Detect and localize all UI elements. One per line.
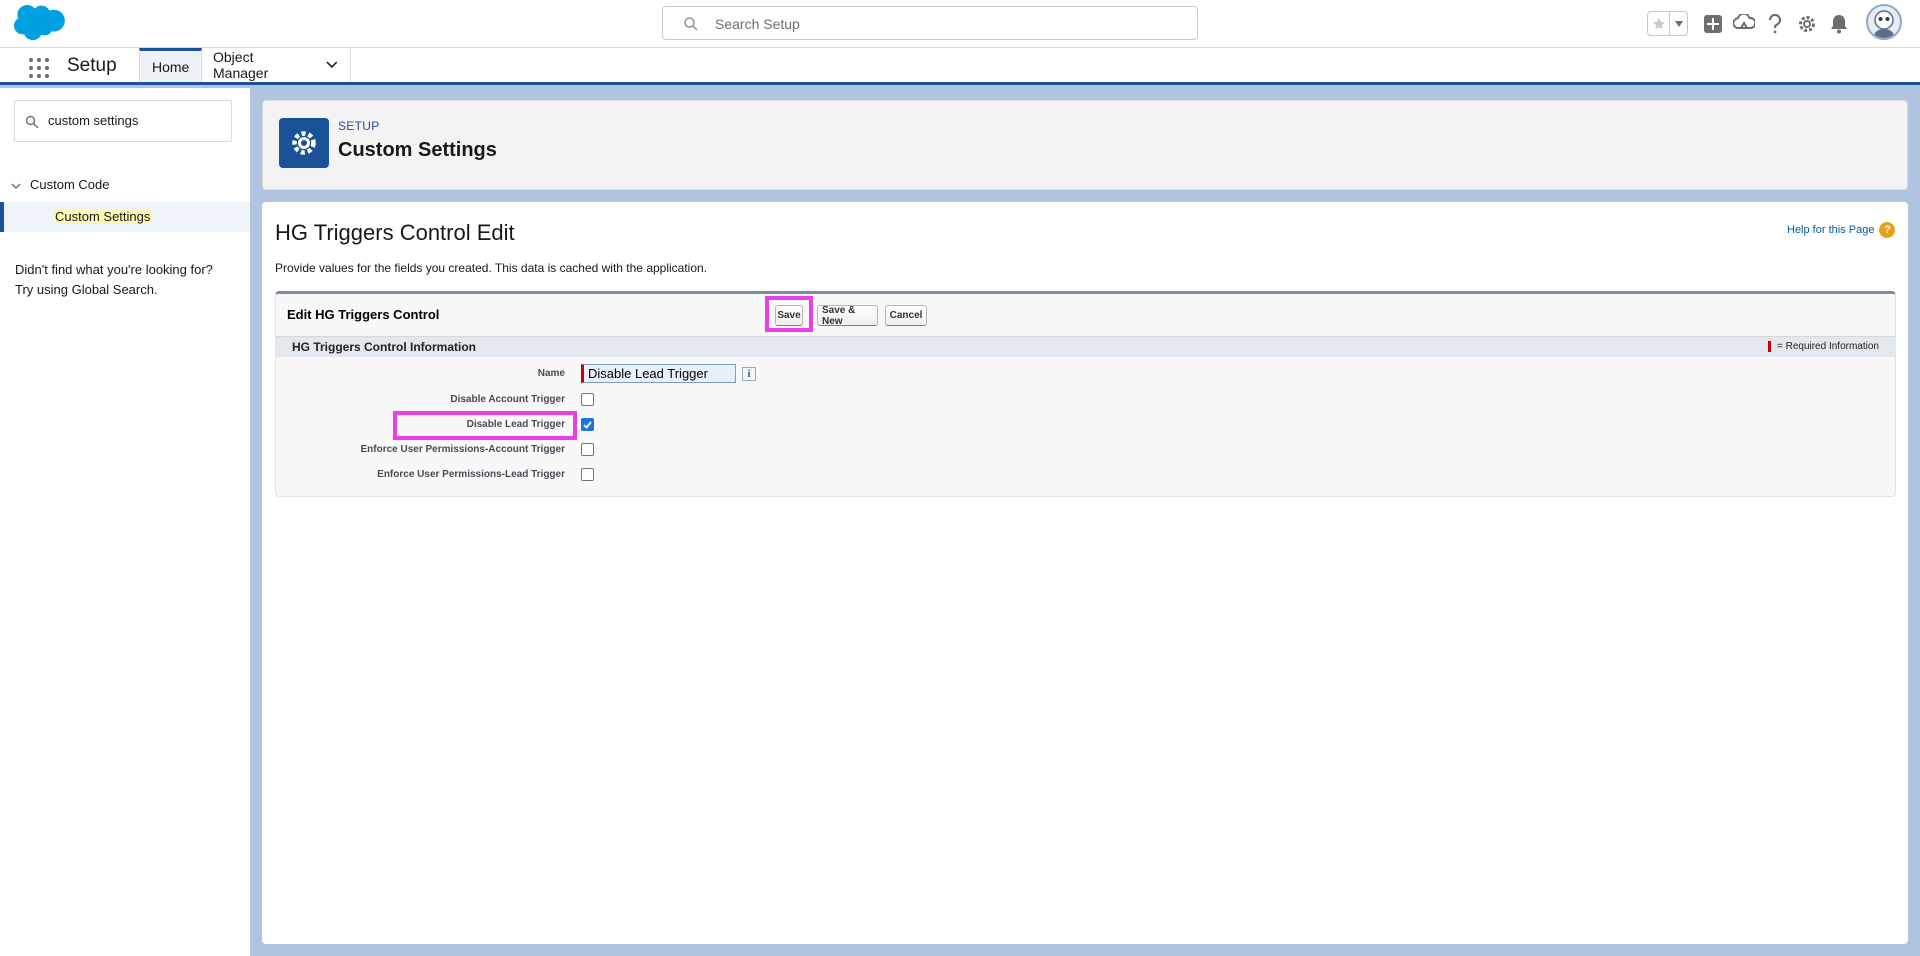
tree-group-label: Custom Code	[30, 177, 110, 192]
trailhead-guidance-icon[interactable]	[1731, 11, 1757, 37]
required-indicator-icon	[1767, 341, 1771, 352]
sidebar-not-found-message: Didn't find what you're looking for? Try…	[15, 260, 245, 300]
global-header: Search Setup	[0, 0, 1920, 48]
favorites-group	[1647, 11, 1688, 36]
help-icon[interactable]	[1762, 11, 1788, 37]
context-navigation-bar: Setup Home Object Manager	[0, 48, 1920, 85]
save-and-new-button[interactable]: Save & New	[817, 305, 878, 327]
setup-sidebar: custom settings Custom Code Custom Setti…	[0, 88, 250, 956]
favorite-star-icon[interactable]	[1648, 12, 1670, 35]
app-name: Setup	[67, 55, 117, 76]
page-header-eyebrow: SETUP	[338, 119, 380, 133]
search-icon	[684, 17, 698, 31]
tree-item-label: Custom Settings	[54, 209, 152, 224]
info-icon[interactable]: i	[742, 367, 756, 381]
tree-item-custom-settings[interactable]: Custom Settings	[0, 202, 250, 232]
tab-object-manager[interactable]: Object Manager	[201, 48, 351, 82]
field-row-enforce-account-trigger: Enforce User Permissions-Account Trigger	[276, 440, 1895, 462]
checkmark-icon	[583, 420, 592, 429]
salesforce-logo-icon[interactable]	[14, 4, 74, 44]
edit-page-block: Edit HG Triggers Control Save Save & New…	[275, 291, 1896, 497]
required-legend-text: = Required Information	[1776, 341, 1879, 352]
page-title: Custom Settings	[338, 139, 497, 161]
field-label: Enforce User Permissions-Account Trigger	[360, 444, 565, 455]
enforce-user-permissions-account-trigger-checkbox[interactable]	[581, 443, 594, 456]
save-highlight-box	[765, 296, 813, 332]
field-row-name: Name i	[276, 364, 1895, 386]
page-description: Provide values for the fields you create…	[275, 261, 708, 275]
favorites-dropdown-icon[interactable]	[1670, 12, 1687, 35]
setup-gear-icon[interactable]	[1794, 11, 1820, 37]
chevron-down-icon[interactable]	[326, 61, 338, 69]
notifications-bell-icon[interactable]	[1826, 11, 1852, 37]
chevron-down-icon[interactable]	[10, 180, 22, 192]
global-actions-plus-icon[interactable]	[1700, 11, 1726, 37]
disable-lead-trigger-checkbox[interactable]	[581, 418, 594, 431]
field-label: Enforce User Permissions-Lead Trigger	[377, 469, 565, 480]
search-placeholder: Search Setup	[715, 16, 800, 32]
app-launcher-icon[interactable]	[29, 58, 49, 78]
page-header: SETUP Custom Settings	[262, 100, 1908, 190]
name-field[interactable]	[581, 364, 736, 383]
enforce-user-permissions-lead-trigger-checkbox[interactable]	[581, 468, 594, 481]
page-block-title: Edit HG Triggers Control	[287, 307, 440, 322]
field-row-disable-account-trigger: Disable Account Trigger	[276, 390, 1895, 412]
tab-home[interactable]: Home	[139, 48, 203, 82]
global-search-input[interactable]: Search Setup	[662, 6, 1198, 40]
quick-find-value: custom settings	[48, 113, 139, 128]
help-link-label: Help for this Page	[1787, 224, 1875, 236]
section-header: HG Triggers Control Information = Requir…	[276, 336, 1895, 357]
not-found-line-2: Try using Global Search.	[15, 282, 158, 297]
disable-lead-trigger-highlight-box	[393, 411, 577, 440]
help-for-this-page-link[interactable]: Help for this Page ?	[1787, 222, 1896, 238]
field-row-enforce-lead-trigger: Enforce User Permissions-Lead Trigger	[276, 465, 1895, 487]
main-content-card: HG Triggers Control Edit Help for this P…	[262, 202, 1908, 944]
edit-page-title: HG Triggers Control Edit	[275, 220, 515, 245]
tree-group-custom-code[interactable]: Custom Code	[0, 174, 250, 198]
tab-home-label: Home	[152, 58, 190, 75]
setup-gear-icon	[279, 118, 329, 168]
quick-find-input[interactable]: custom settings	[14, 100, 232, 142]
search-icon	[25, 115, 39, 129]
section-title: HG Triggers Control Information	[292, 340, 477, 354]
not-found-line-1: Didn't find what you're looking for?	[15, 262, 213, 277]
help-question-icon[interactable]: ?	[1879, 222, 1896, 238]
field-label: Name	[537, 368, 565, 379]
user-avatar[interactable]	[1866, 4, 1902, 40]
tab-object-manager-label: Object Manager	[213, 49, 269, 81]
cancel-button[interactable]: Cancel	[885, 305, 927, 326]
required-legend: = Required Information	[1767, 341, 1879, 352]
disable-account-trigger-checkbox[interactable]	[581, 393, 594, 406]
field-label: Disable Account Trigger	[450, 394, 565, 405]
